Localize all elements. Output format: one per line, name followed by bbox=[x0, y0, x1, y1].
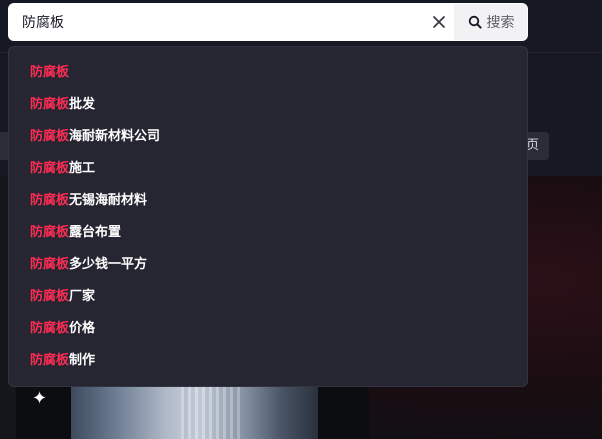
suggestion-keyword: 防腐板 bbox=[30, 321, 70, 336]
search-input[interactable] bbox=[9, 4, 424, 40]
video-frame bbox=[71, 385, 318, 439]
suggestion-item[interactable]: 防腐板施工 bbox=[9, 153, 527, 185]
suggestion-item[interactable]: 防腐板制作 bbox=[9, 345, 527, 377]
suggestion-text: 无锡海耐材料 bbox=[69, 193, 148, 208]
suggestion-text: 海耐新材料公司 bbox=[69, 129, 161, 144]
search-suggestions: 防腐板 防腐板批发 防腐板海耐新材料公司 防腐板施工 防腐板无锡海耐材料 防腐板… bbox=[8, 46, 528, 387]
suggestion-keyword: 防腐板 bbox=[30, 225, 70, 240]
suggestion-text: 制作 bbox=[69, 353, 96, 368]
search-button[interactable]: 搜索 bbox=[455, 4, 527, 40]
suggestion-keyword: 防腐板 bbox=[30, 193, 70, 208]
close-icon bbox=[433, 16, 445, 28]
suggestion-item[interactable]: 防腐板厂家 bbox=[9, 281, 527, 313]
suggestion-text: 露台布置 bbox=[69, 225, 122, 240]
suggestion-text: 厂家 bbox=[69, 289, 96, 304]
search-button-label: 搜索 bbox=[486, 15, 515, 31]
suggestion-keyword: 防腐板 bbox=[30, 289, 70, 304]
suggestion-item[interactable]: 防腐板无锡海耐材料 bbox=[9, 185, 527, 217]
search-icon bbox=[468, 15, 482, 29]
clear-search-button[interactable] bbox=[424, 4, 454, 40]
suggestion-item[interactable]: 防腐板批发 bbox=[9, 89, 527, 121]
suggestion-item[interactable]: 防腐板多少钱一平方 bbox=[9, 249, 527, 281]
suggestion-text: 施工 bbox=[69, 161, 96, 176]
search-bar: 搜索 bbox=[8, 3, 528, 41]
suggestion-item[interactable]: 防腐板海耐新材料公司 bbox=[9, 121, 527, 153]
suggestion-keyword: 防腐板 bbox=[30, 129, 70, 144]
sparkle-icon: ✦ bbox=[32, 388, 48, 409]
suggestion-keyword: 防腐板 bbox=[30, 65, 70, 80]
suggestion-keyword: 防腐板 bbox=[30, 97, 70, 112]
suggestion-keyword: 防腐板 bbox=[30, 161, 70, 176]
suggestion-keyword: 防腐板 bbox=[30, 353, 70, 368]
suggestion-item[interactable]: 防腐板价格 bbox=[9, 313, 527, 345]
suggestion-item[interactable]: 防腐板 bbox=[9, 57, 527, 89]
suggestion-text: 批发 bbox=[69, 97, 96, 112]
video-thumbnail[interactable] bbox=[16, 385, 369, 439]
suggestion-text: 价格 bbox=[69, 321, 96, 336]
suggestion-keyword: 防腐板 bbox=[30, 257, 70, 272]
suggestion-text: 多少钱一平方 bbox=[69, 257, 148, 272]
suggestion-item[interactable]: 防腐板露台布置 bbox=[9, 217, 527, 249]
